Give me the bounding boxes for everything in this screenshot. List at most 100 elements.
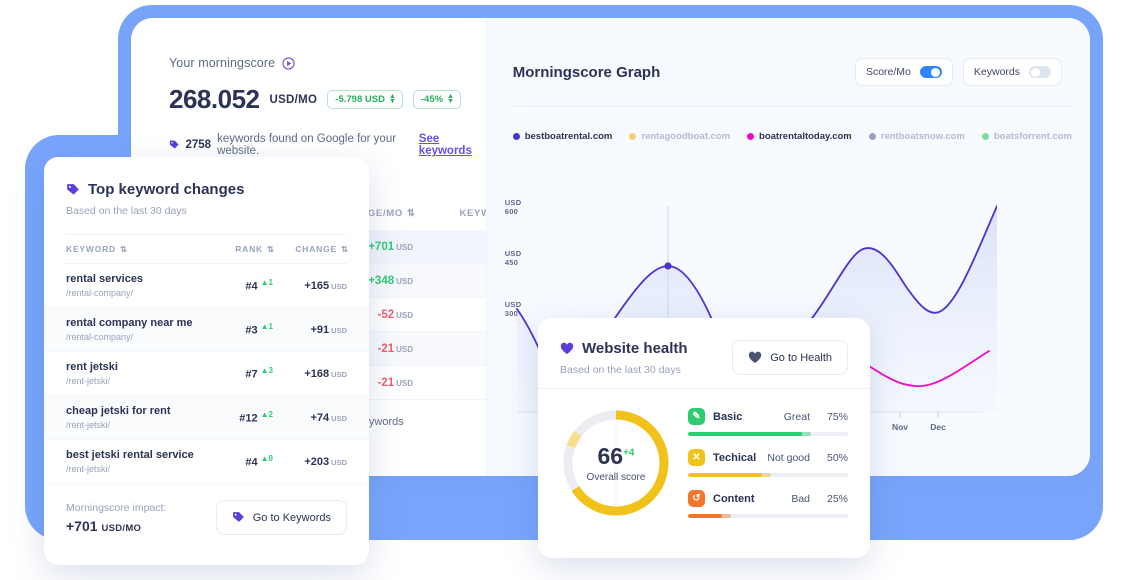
- kw-column-header-keyword[interactable]: KEYWORD ⇅: [66, 244, 211, 255]
- keyword-card-footer: Morningscore impact: +701 USD/MO Go to K…: [44, 484, 369, 535]
- play-circle-icon[interactable]: [282, 57, 295, 70]
- health-metric-pct: 75%: [818, 411, 848, 423]
- health-metric-head: ✕TechicalNot good50%: [688, 449, 848, 466]
- health-metric-head: ↺ContentBad25%: [688, 490, 848, 507]
- keyword-change-unit: USD: [331, 282, 347, 291]
- health-metric-bar-fill: [688, 432, 802, 436]
- health-metric-name: Content: [713, 493, 783, 505]
- keyword-change: +165USD: [273, 280, 347, 292]
- keyword-rank-delta: ▲1: [261, 278, 273, 287]
- x-axis-tick-label: Nov: [892, 422, 908, 432]
- score-change-usd-badge: -5.798 USD ▲▼: [327, 90, 403, 109]
- toggle-score-switch[interactable]: [920, 66, 942, 78]
- legend-color-dot: [513, 133, 520, 140]
- health-card-titles: Website health Based on the last 30 days: [560, 340, 688, 376]
- score-header: Your morningscore 268.052 USD/MO -5.798 …: [131, 18, 486, 157]
- health-metric-name: Basic: [713, 411, 776, 423]
- health-metric-bar-fill: [688, 514, 722, 518]
- keywords-found-text: keywords found on Google for your websit…: [217, 133, 413, 157]
- website-health-card: Website health Based on the last 30 days…: [538, 318, 870, 558]
- graph-legend: bestboatrental.com rentagoodboat.com boatr…: [513, 106, 1072, 142]
- keyword-url: /rent-jetski/: [66, 464, 211, 474]
- keyword-row[interactable]: rental services/rental-company/#4 ▲1+165…: [44, 264, 369, 308]
- score-change-pct-badge: -45% ▲▼: [413, 90, 461, 109]
- keyword-rank: #4 ▲9: [211, 454, 273, 469]
- updown-caret-icon: ▲▼: [447, 94, 454, 105]
- graph-highlight-point: [664, 262, 671, 269]
- top-keyword-changes-card: Top keyword changes Based on the last 30…: [44, 157, 369, 565]
- kw-column-header-rank[interactable]: RANK ⇅: [211, 244, 273, 255]
- go-to-keywords-button[interactable]: Go to Keywords: [216, 500, 347, 535]
- sort-icon[interactable]: ⇅: [341, 244, 347, 255]
- cell-change-unit: USD: [396, 345, 413, 354]
- go-to-health-button[interactable]: Go to Health: [732, 340, 848, 375]
- keyword-url: /rental-company/: [66, 288, 211, 298]
- graph-header: Morningscore Graph Score/Mo Keywords: [487, 18, 1090, 86]
- toggle-keywords-switch[interactable]: [1029, 66, 1051, 78]
- keyword-rank-delta: ▲1: [261, 322, 273, 331]
- legend-item[interactable]: bestboatrental.com: [513, 131, 613, 142]
- score-value: 268.052: [169, 84, 259, 115]
- keyword-row[interactable]: best jetski rental service/rent-jetski/#…: [44, 440, 369, 484]
- health-metric: ✕TechicalNot good50%: [688, 449, 848, 477]
- overall-score-number: 66: [598, 443, 624, 469]
- keyword-change: +74USD: [273, 412, 347, 424]
- legend-item[interactable]: boatrentaltoday.com: [747, 131, 852, 142]
- morningscore-impact: Morningscore impact: +701 USD/MO: [66, 502, 166, 534]
- legend-color-dot: [869, 133, 876, 140]
- keyword-term: rental services: [66, 273, 211, 285]
- health-metric-name: Techical: [713, 452, 759, 464]
- kw-column-header-change[interactable]: CHANGE ⇅: [273, 244, 347, 255]
- heart-icon: [560, 342, 574, 355]
- heart-icon: [748, 351, 762, 364]
- tag-icon: [66, 183, 80, 197]
- score-unit: USD/MO: [269, 94, 317, 106]
- keyword-rank-delta: ▲3: [261, 366, 273, 375]
- keyword-change: +203USD: [273, 456, 347, 468]
- keyword-card-title: Top keyword changes: [66, 181, 369, 198]
- kw-column-header-keyword-label: KEYWORD: [66, 244, 116, 254]
- legend-color-dot: [982, 133, 989, 140]
- x-axis-tick-label: Dec: [930, 422, 946, 432]
- keyword-row[interactable]: cheap jetski for rent/rent-jetski/#12 ▲2…: [44, 396, 369, 440]
- legend-label: rentboatsnow.com: [881, 131, 965, 142]
- health-card-title: Website health: [560, 340, 688, 357]
- keyword-rank: #3 ▲1: [211, 322, 273, 337]
- keyword-change: +168USD: [273, 368, 347, 380]
- legend-item[interactable]: boatsforrent.com: [982, 131, 1072, 142]
- legend-color-dot: [629, 133, 636, 140]
- impact-value-number: +701: [66, 518, 98, 534]
- legend-item[interactable]: rentagoodboat.com: [629, 131, 730, 142]
- impact-value: +701 USD/MO: [66, 518, 166, 534]
- health-metric-state: Great: [784, 411, 810, 423]
- health-metric-pct: 25%: [818, 493, 848, 505]
- health-card-body: 66+4 Overall score ✎BasicGreat75%✕Techic…: [538, 388, 870, 519]
- keyword-card-title-text: Top keyword changes: [88, 181, 244, 198]
- legend-item[interactable]: rentboatsnow.com: [869, 131, 965, 142]
- health-metric-state: Not good: [767, 452, 810, 464]
- impact-label: Morningscore impact:: [66, 502, 166, 514]
- keyword-table-body: rental services/rental-company/#4 ▲1+165…: [44, 264, 369, 484]
- toggle-keywords[interactable]: Keywords: [963, 58, 1062, 86]
- cell-change-unit: USD: [396, 277, 413, 286]
- health-card-title-text: Website health: [582, 340, 688, 357]
- keyword-change-unit: USD: [331, 370, 347, 379]
- keyword-cell: cheap jetski for rent/rent-jetski/: [66, 405, 211, 430]
- keyword-term: best jetski rental service: [66, 449, 211, 461]
- sort-icon[interactable]: ⇅: [120, 244, 126, 255]
- health-metric-bar: [688, 473, 848, 477]
- keyword-rank: #7 ▲3: [211, 366, 273, 381]
- donut-center-content: 66+4 Overall score: [560, 407, 672, 519]
- toggle-score-per-mo[interactable]: Score/Mo: [855, 58, 953, 86]
- dashboard-mockup: Your morningscore 268.052 USD/MO -5.798 …: [0, 0, 1125, 580]
- keyword-row[interactable]: rental company near me/rental-company/#3…: [44, 308, 369, 352]
- keyword-rank-delta: ▲2: [261, 410, 273, 419]
- keyword-rank: #4 ▲1: [211, 278, 273, 293]
- go-to-health-label: Go to Health: [770, 352, 832, 364]
- health-metric-bar: [688, 432, 848, 436]
- keywords-found-line: 2758 keywords found on Google for your w…: [169, 133, 486, 157]
- keyword-row[interactable]: rent jetski/rent-jetski/#7 ▲3+168USD: [44, 352, 369, 396]
- keyword-change-unit: USD: [331, 414, 347, 423]
- legend-label: boatrentaltoday.com: [759, 131, 852, 142]
- see-keywords-link[interactable]: See keywords: [419, 133, 486, 157]
